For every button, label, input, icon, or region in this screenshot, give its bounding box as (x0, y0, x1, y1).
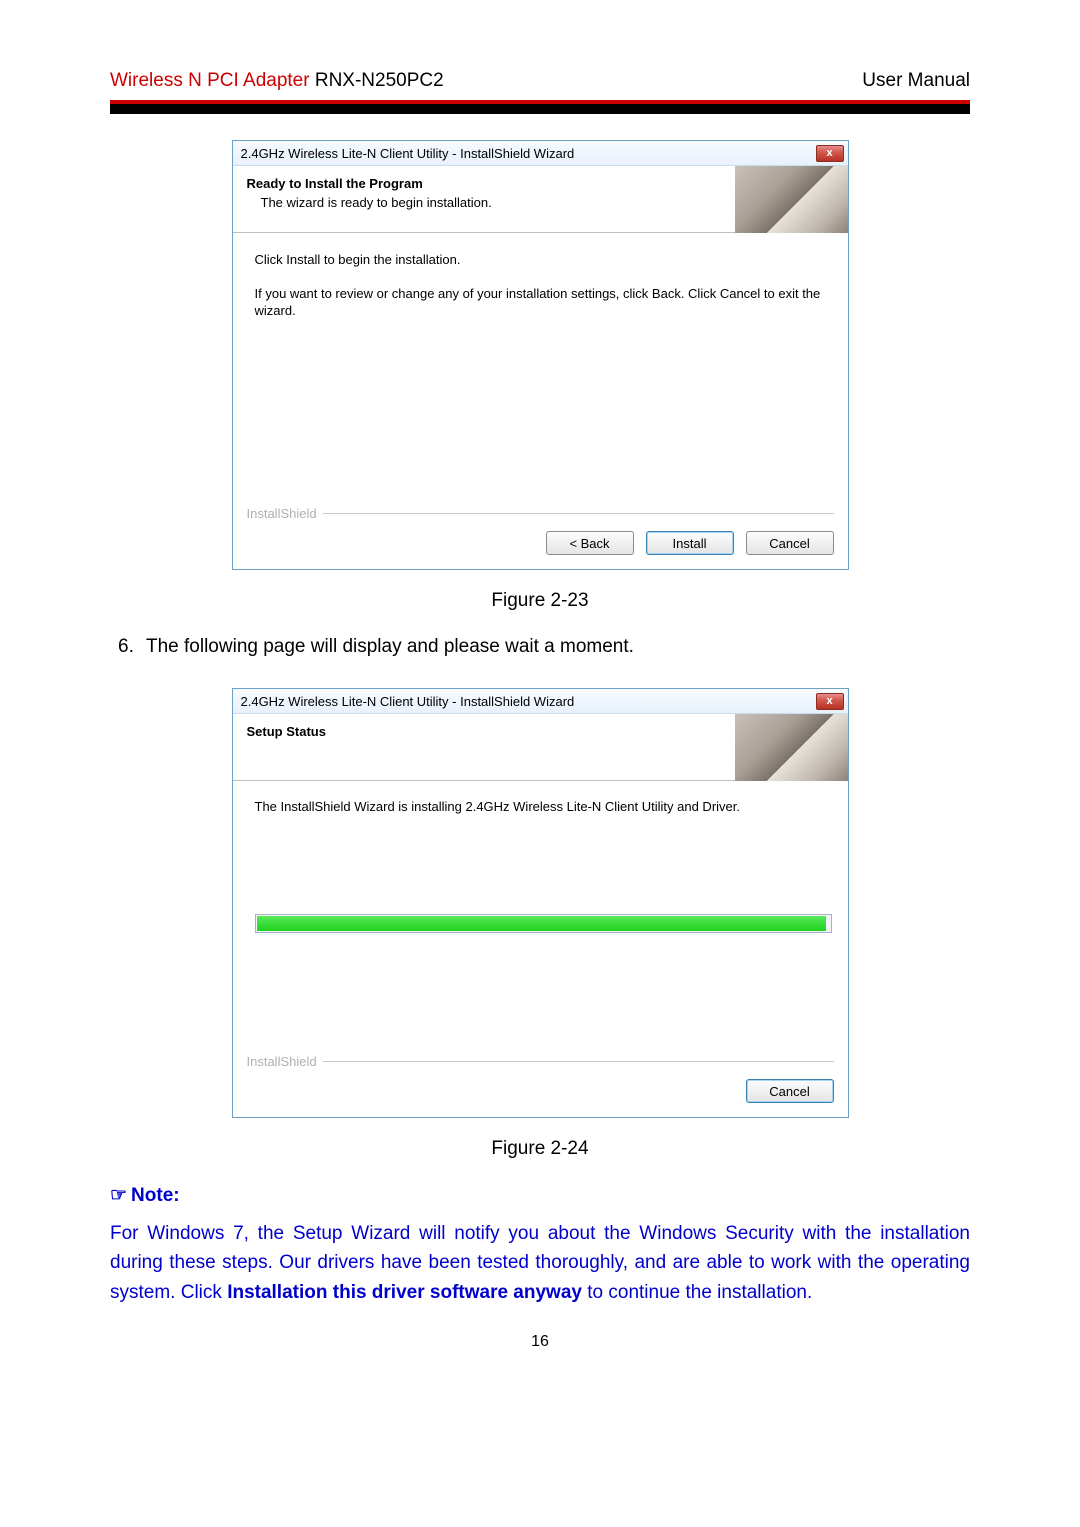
dialog-body: The InstallShield Wizard is installing 2… (233, 781, 848, 1044)
brand-text: InstallShield (247, 1054, 323, 1069)
dialog-header: Ready to Install the Program The wizard … (233, 166, 848, 233)
dialog-text-line1: The InstallShield Wizard is installing 2… (255, 799, 832, 814)
dialog-header: Setup Status (233, 714, 848, 781)
dialog-titlebar: 2.4GHz Wireless Lite-N Client Utility - … (233, 141, 848, 166)
brand-line: InstallShield (247, 506, 834, 521)
dialog-text-line1: Click Install to begin the installation. (255, 251, 832, 269)
header-product-model: Wireless N PCI Adapter RNX-N250PC2 (110, 70, 444, 92)
figure-caption-2: Figure 2-24 (110, 1138, 970, 1160)
brand-line: InstallShield (247, 1054, 834, 1069)
button-row: < Back Install Cancel (247, 531, 834, 555)
manual-label: User Manual (862, 70, 970, 92)
brand-divider (323, 1061, 834, 1062)
figure-caption-1: Figure 2-23 (110, 590, 970, 612)
note-text-post: to continue the installation. (582, 1282, 812, 1303)
dialog-header-text: Ready to Install the Program The wizard … (233, 166, 735, 232)
brand-text: InstallShield (247, 506, 323, 521)
dialog-text-line2: If you want to review or change any of y… (255, 285, 832, 320)
progress-bar (255, 914, 832, 933)
install-button[interactable]: Install (646, 531, 734, 555)
pointing-hand-icon: ☞ (110, 1184, 127, 1207)
dialog-title: 2.4GHz Wireless Lite-N Client Utility - … (241, 146, 575, 161)
step-6: 6. The following page will display and p… (110, 636, 970, 658)
dialog-banner-image (735, 714, 848, 781)
install-wizard-dialog-ready: 2.4GHz Wireless Lite-N Client Utility - … (232, 140, 849, 570)
note-label: Note: (131, 1185, 180, 1207)
dialog-title: 2.4GHz Wireless Lite-N Client Utility - … (241, 694, 575, 709)
dialog-heading: Ready to Install the Program (247, 176, 723, 191)
page-number: 16 (110, 1333, 970, 1351)
back-button[interactable]: < Back (546, 531, 634, 555)
dialog-titlebar: 2.4GHz Wireless Lite-N Client Utility - … (233, 689, 848, 714)
note-text-bold: Installation this driver software anyway (227, 1282, 582, 1303)
cancel-button[interactable]: Cancel (746, 531, 834, 555)
dialog-footer: InstallShield < Back Install Cancel (233, 496, 848, 569)
dialog-banner-image (735, 166, 848, 233)
step-number: 6. (110, 636, 146, 658)
cancel-button[interactable]: Cancel (746, 1079, 834, 1103)
button-row: Cancel (247, 1079, 834, 1103)
brand-divider (323, 513, 834, 514)
dialog-subheading: The wizard is ready to begin installatio… (247, 195, 723, 210)
page-header: Wireless N PCI Adapter RNX-N250PC2 User … (110, 70, 970, 92)
dialog-header-text: Setup Status (233, 714, 735, 780)
install-wizard-dialog-status: 2.4GHz Wireless Lite-N Client Utility - … (232, 688, 849, 1118)
note-body: For Windows 7, the Setup Wizard will not… (110, 1219, 970, 1307)
product-name: Wireless N PCI Adapter (110, 70, 310, 91)
dialog-footer: InstallShield Cancel (233, 1044, 848, 1117)
divider-black (110, 104, 970, 114)
step-text: The following page will display and plea… (146, 636, 970, 658)
model-number: RNX-N250PC2 (310, 70, 444, 91)
progress-fill (257, 916, 826, 931)
close-icon[interactable]: x (816, 693, 844, 710)
close-icon[interactable]: x (816, 145, 844, 162)
note-heading: ☞Note: (110, 1184, 970, 1207)
dialog-body: Click Install to begin the installation.… (233, 233, 848, 496)
dialog-heading: Setup Status (247, 724, 723, 739)
